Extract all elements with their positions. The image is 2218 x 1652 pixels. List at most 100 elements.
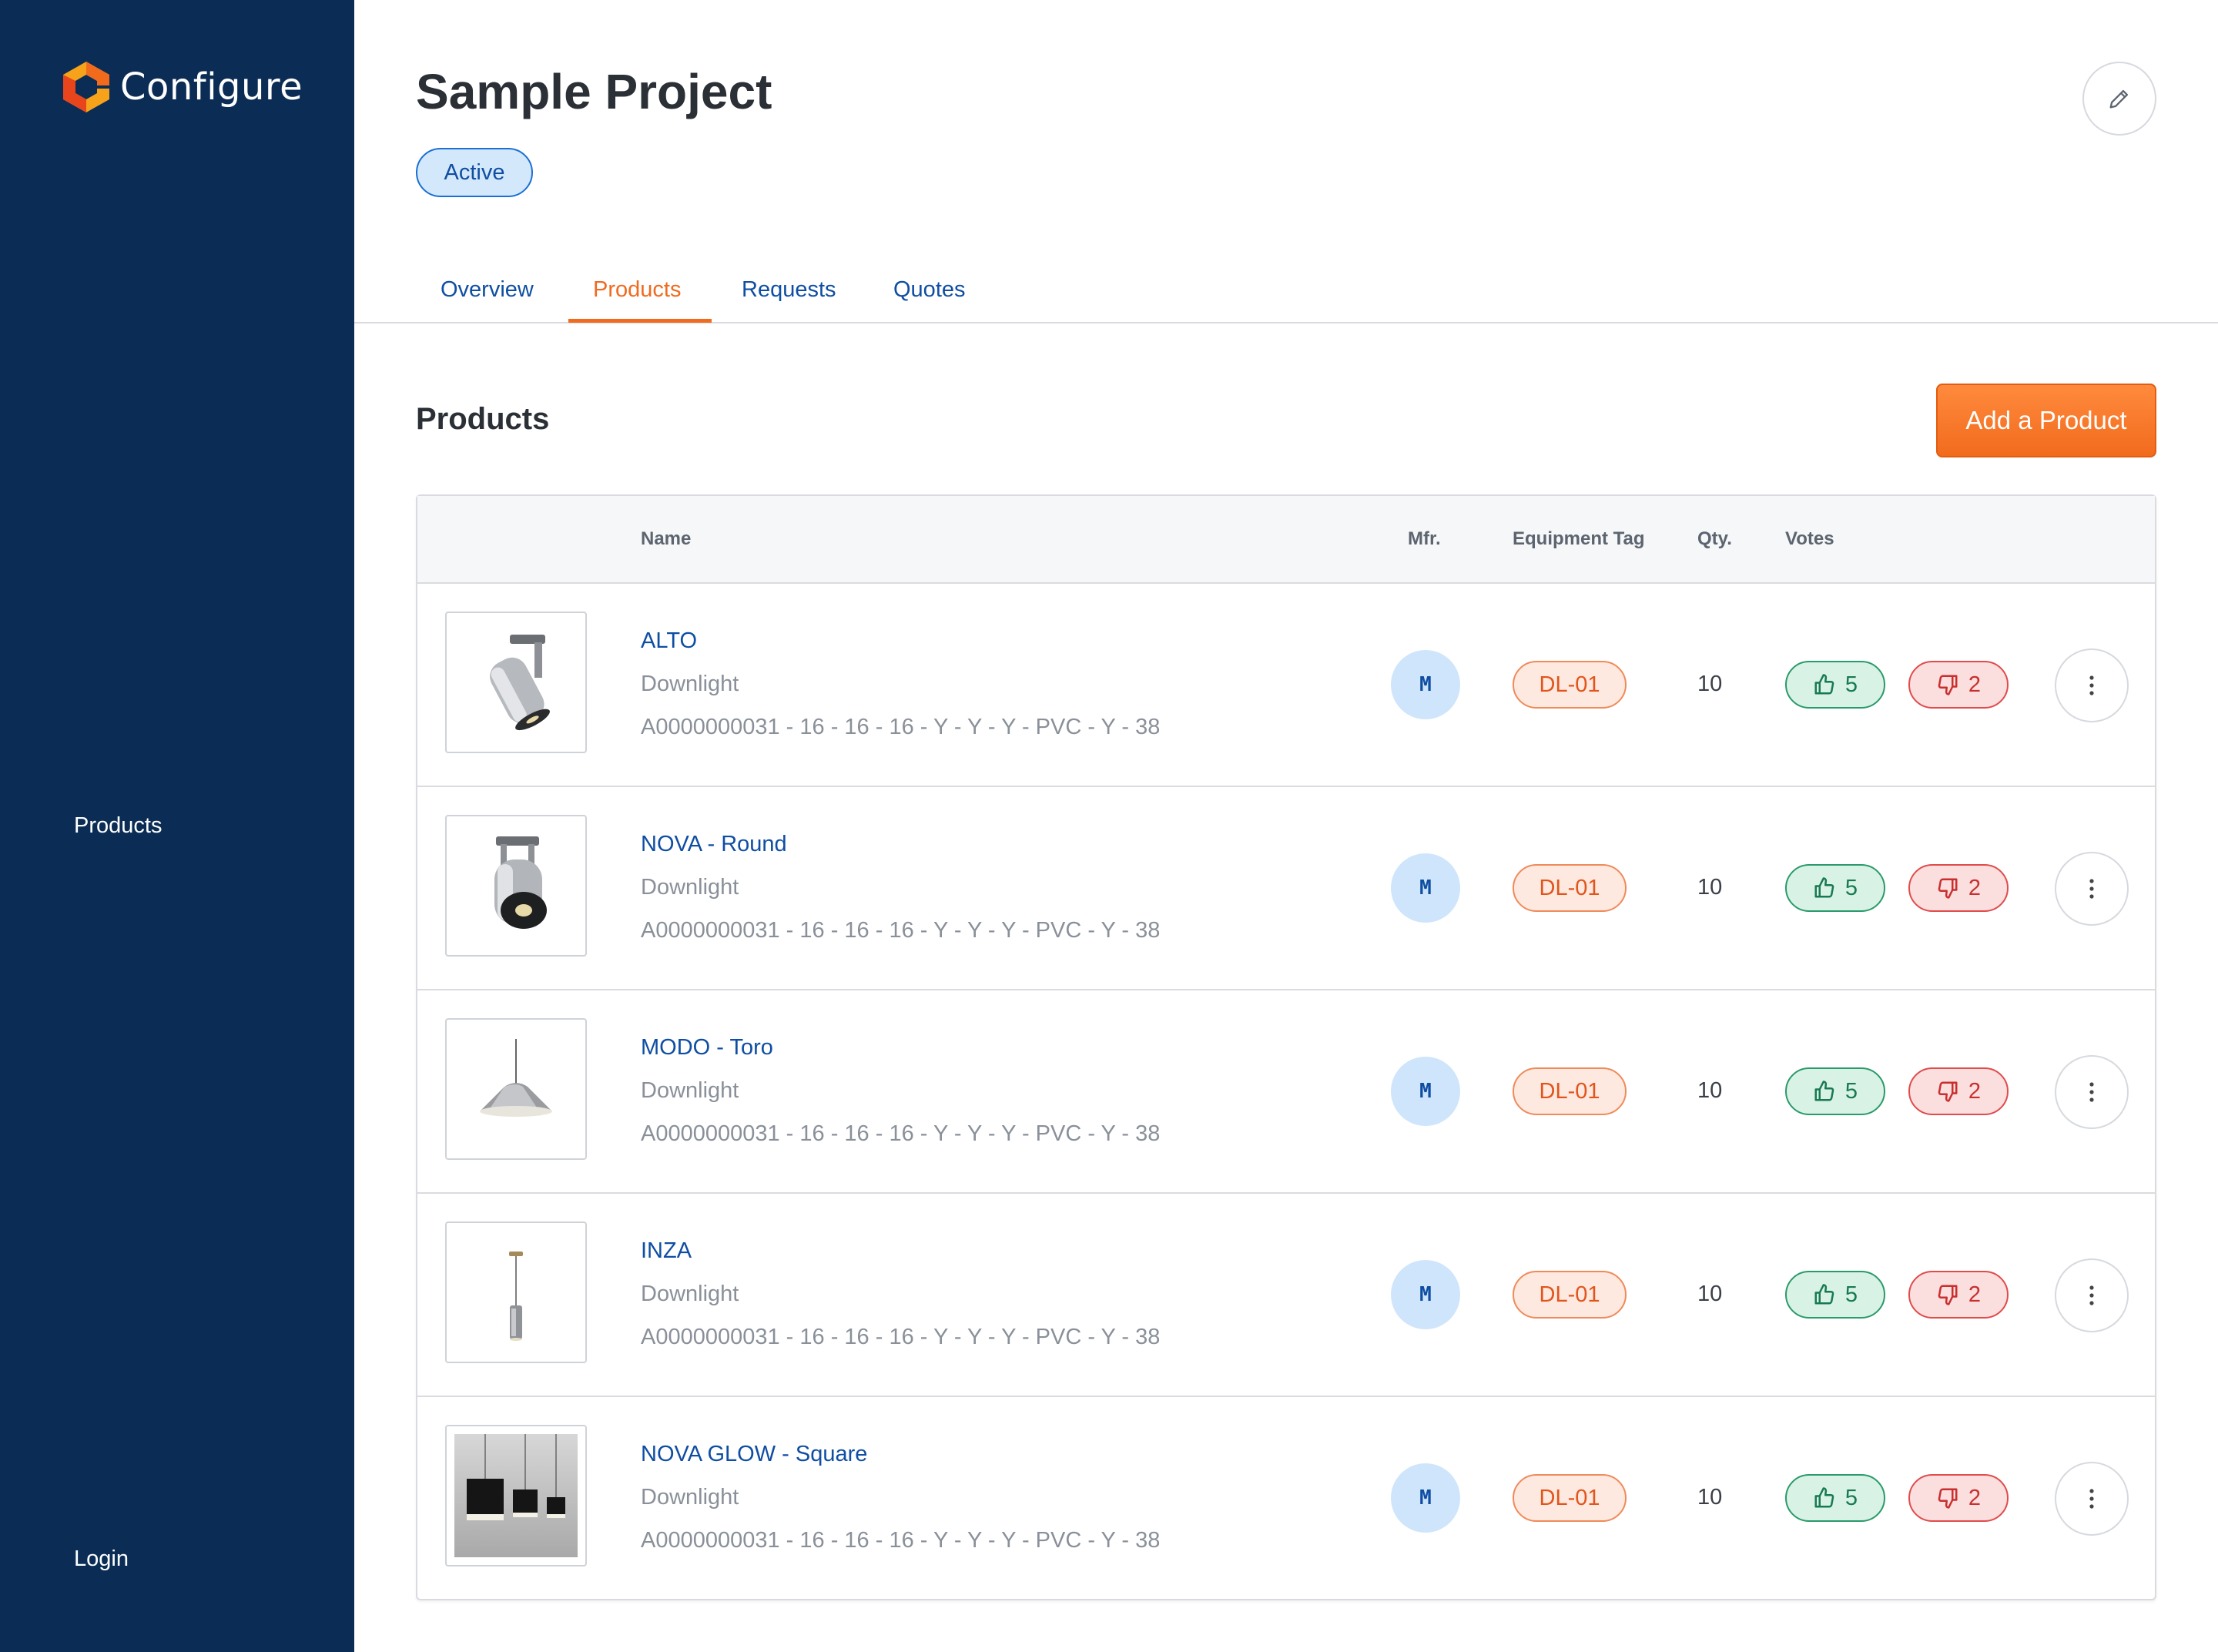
- product-thumbnail[interactable]: [445, 1018, 587, 1160]
- product-code: A0000000031 - 16 - 16 - 16 - Y - Y - Y -…: [641, 1528, 1161, 1553]
- thumbs-up-icon: [1814, 1284, 1834, 1305]
- downvote-count: 2: [1968, 1282, 1982, 1307]
- tab-quotes[interactable]: Quotes: [893, 277, 966, 303]
- table-row[interactable]: ALTO Downlight A0000000031 - 16 - 16 - 1…: [417, 584, 2155, 787]
- thumbs-up-icon: [1814, 877, 1834, 898]
- thumbs-down-icon: [1938, 1081, 1958, 1102]
- row-more-options-button[interactable]: [2055, 1462, 2129, 1536]
- product-code: A0000000031 - 16 - 16 - 16 - Y - Y - Y -…: [641, 715, 1161, 739]
- cylinder-pendant-icon: [509, 1252, 523, 1341]
- upvote-button[interactable]: 5: [1785, 1271, 1885, 1319]
- table-row[interactable]: NOVA GLOW - Square Downlight A0000000031…: [417, 1397, 2155, 1600]
- manufacturer-avatar[interactable]: M: [1391, 1463, 1460, 1533]
- downvote-button[interactable]: 2: [1908, 1271, 2009, 1319]
- thumbs-up-icon: [1814, 1081, 1834, 1101]
- active-tab-indicator: [568, 319, 712, 323]
- thumbs-down-icon: [1938, 1488, 1958, 1509]
- kebab-menu-icon: [2089, 1082, 2094, 1102]
- upvote-button[interactable]: 5: [1785, 1067, 1885, 1115]
- tab-products[interactable]: Products: [593, 277, 681, 303]
- quantity-value: 10: [1697, 1485, 1723, 1510]
- column-header-name[interactable]: Name: [641, 528, 691, 550]
- product-type: Downlight: [641, 672, 739, 696]
- product-thumbnail[interactable]: [445, 1221, 587, 1363]
- product-thumbnail[interactable]: [445, 815, 587, 957]
- tab-overview[interactable]: Overview: [441, 277, 534, 303]
- sidebar-item-login[interactable]: Login: [74, 1546, 129, 1572]
- quantity-value: 10: [1697, 1078, 1723, 1103]
- tab-bar: Overview Products Requests Quotes: [354, 254, 2218, 323]
- status-badge: Active: [416, 148, 533, 197]
- edit-project-button[interactable]: [2082, 62, 2156, 136]
- kebab-menu-icon: [2089, 675, 2094, 695]
- downvote-button[interactable]: 2: [1908, 661, 2009, 709]
- product-code: A0000000031 - 16 - 16 - 16 - Y - Y - Y -…: [641, 918, 1161, 943]
- page-title: Sample Project: [416, 64, 772, 119]
- product-name-link[interactable]: INZA: [641, 1238, 692, 1264]
- equipment-tag-badge: DL-01: [1513, 864, 1627, 912]
- thumbs-down-icon: [1938, 675, 1958, 695]
- tab-requests[interactable]: Requests: [742, 277, 836, 303]
- upvote-button[interactable]: 5: [1785, 661, 1885, 709]
- app-logo[interactable]: Configure: [62, 60, 303, 114]
- thumbs-down-icon: [1938, 1285, 1958, 1305]
- sidebar: Configure Products Login: [0, 0, 354, 1652]
- product-type: Downlight: [641, 875, 739, 900]
- configure-logo-icon: [63, 62, 109, 112]
- downvote-count: 2: [1968, 875, 1982, 900]
- column-header-mfr[interactable]: Mfr.: [1408, 528, 1441, 550]
- upvote-count: 5: [1844, 875, 1858, 900]
- product-code: A0000000031 - 16 - 16 - 16 - Y - Y - Y -…: [641, 1121, 1161, 1146]
- table-row[interactable]: MODO - Toro Downlight A0000000031 - 16 -…: [417, 990, 2155, 1194]
- square-pendants-photo-icon: [454, 1434, 578, 1557]
- add-product-button[interactable]: Add a Product: [1936, 384, 2156, 457]
- app-name: Configure: [120, 65, 303, 109]
- table-row[interactable]: INZA Downlight A0000000031 - 16 - 16 - 1…: [417, 1194, 2155, 1397]
- product-name-link[interactable]: MODO - Toro: [641, 1035, 773, 1061]
- equipment-tag-badge: DL-01: [1513, 661, 1627, 709]
- round-spotlight-icon: [494, 836, 547, 929]
- kebab-menu-icon: [2089, 879, 2094, 899]
- row-more-options-button[interactable]: [2055, 648, 2129, 722]
- manufacturer-avatar[interactable]: M: [1391, 1057, 1460, 1126]
- quantity-value: 10: [1697, 875, 1723, 900]
- manufacturer-avatar[interactable]: M: [1391, 1260, 1460, 1329]
- thumbs-up-icon: [1814, 674, 1834, 695]
- downvote-count: 2: [1968, 672, 1982, 697]
- column-header-qty[interactable]: Qty.: [1697, 528, 1732, 550]
- upvote-button[interactable]: 5: [1785, 864, 1885, 912]
- upvote-count: 5: [1844, 1282, 1858, 1307]
- kebab-menu-icon: [2089, 1285, 2094, 1305]
- column-header-votes[interactable]: Votes: [1785, 528, 1834, 550]
- products-table: Name Mfr. Equipment Tag Qty. Votes ALTO …: [416, 494, 2156, 1600]
- equipment-tag-badge: DL-01: [1513, 1474, 1627, 1522]
- product-name-link[interactable]: ALTO: [641, 628, 697, 654]
- product-name-link[interactable]: NOVA GLOW - Square: [641, 1442, 867, 1467]
- product-thumbnail[interactable]: [445, 612, 587, 753]
- downvote-button[interactable]: 2: [1908, 1474, 2009, 1522]
- product-type: Downlight: [641, 1485, 739, 1510]
- upvote-button[interactable]: 5: [1785, 1474, 1885, 1522]
- column-header-equipment-tag[interactable]: Equipment Tag: [1513, 528, 1645, 550]
- section-title: Products: [416, 402, 550, 436]
- track-spotlight-icon: [490, 635, 550, 731]
- downvote-button[interactable]: 2: [1908, 864, 2009, 912]
- row-more-options-button[interactable]: [2055, 1055, 2129, 1129]
- row-more-options-button[interactable]: [2055, 852, 2129, 926]
- downvote-button[interactable]: 2: [1908, 1067, 2009, 1115]
- equipment-tag-badge: DL-01: [1513, 1271, 1627, 1319]
- row-more-options-button[interactable]: [2055, 1258, 2129, 1332]
- thumbs-down-icon: [1938, 878, 1958, 899]
- manufacturer-avatar[interactable]: M: [1391, 650, 1460, 719]
- product-name-link[interactable]: NOVA - Round: [641, 832, 787, 857]
- quantity-value: 10: [1697, 672, 1723, 696]
- thumbs-up-icon: [1814, 1487, 1834, 1508]
- upvote-count: 5: [1844, 1485, 1858, 1510]
- upvote-count: 5: [1844, 1078, 1858, 1104]
- product-thumbnail[interactable]: [445, 1425, 587, 1567]
- product-type: Downlight: [641, 1282, 739, 1306]
- table-row[interactable]: NOVA - Round Downlight A0000000031 - 16 …: [417, 787, 2155, 990]
- manufacturer-avatar[interactable]: M: [1391, 853, 1460, 923]
- equipment-tag-badge: DL-01: [1513, 1067, 1627, 1115]
- sidebar-item-products[interactable]: Products: [74, 813, 162, 839]
